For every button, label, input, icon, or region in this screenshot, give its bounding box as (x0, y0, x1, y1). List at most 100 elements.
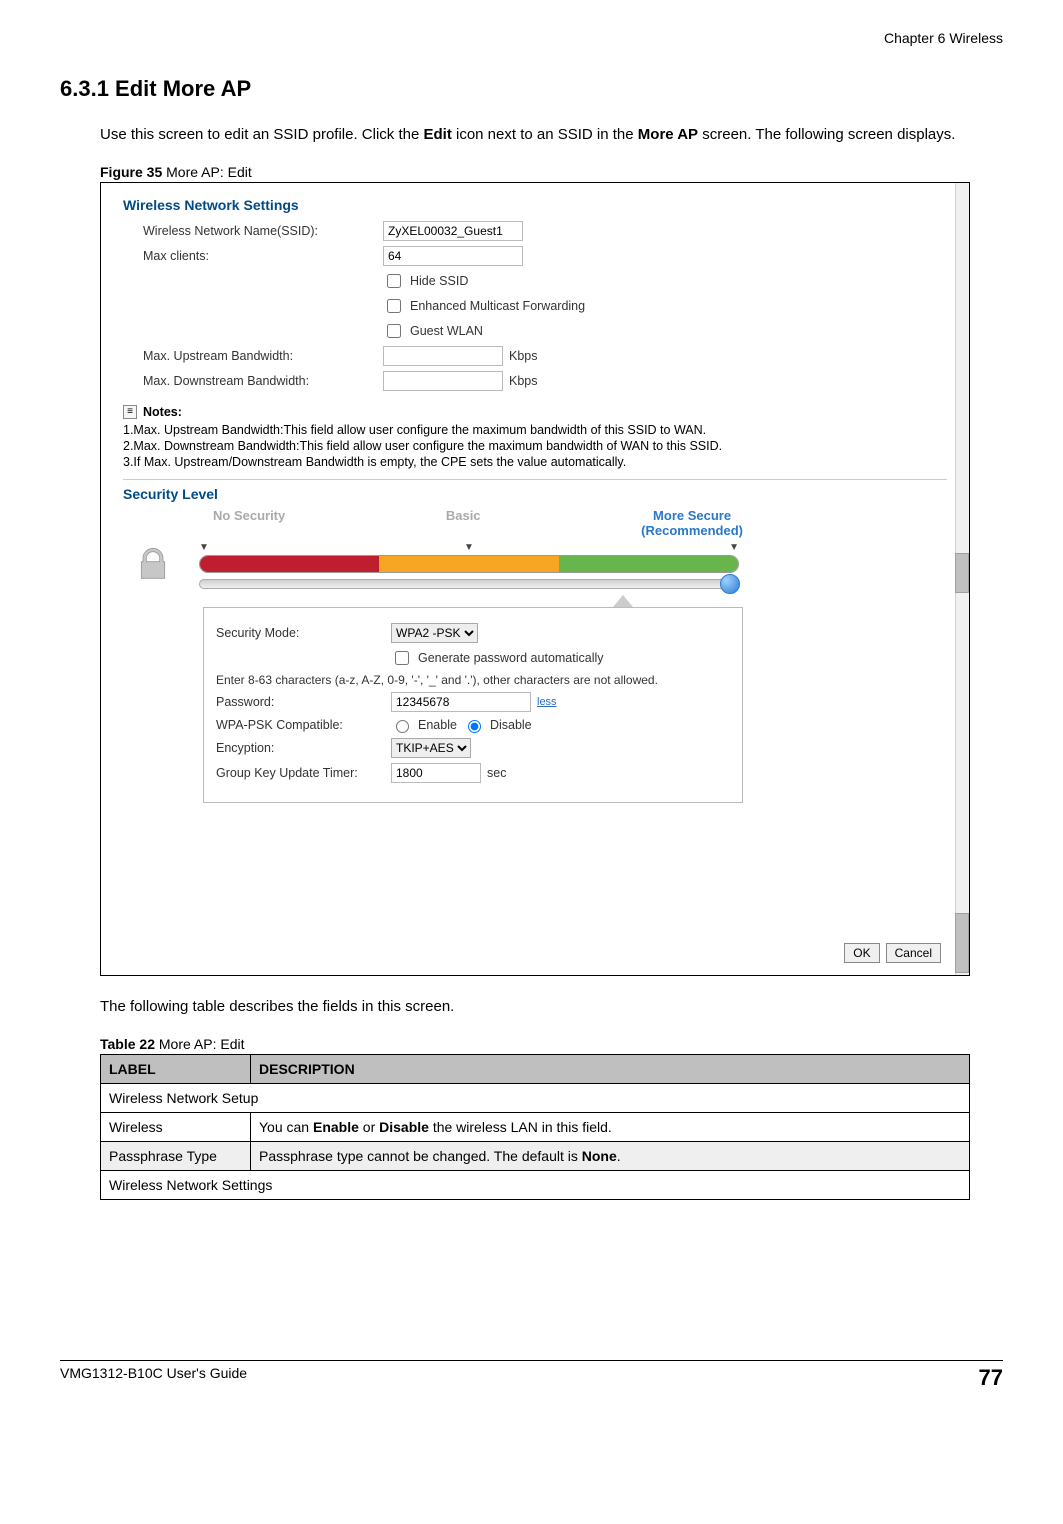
lock-icon (123, 545, 183, 585)
down-bw-label: Max. Downstream Bandwidth: (123, 374, 383, 388)
encryption-label: Encyption: (216, 741, 391, 755)
max-clients-label: Max clients: (123, 249, 383, 263)
scrollbar-thumb[interactable] (955, 913, 969, 973)
row-emf: Enhanced Multicast Forwarding (123, 296, 947, 316)
after-figure-text: The following table describes the fields… (100, 996, 1003, 1018)
td-desc: You can Enable or Disable the wireless L… (251, 1112, 970, 1141)
kbps-label: Kbps (509, 349, 538, 363)
notes-box: ≡ Notes: 1.Max. Upstream Bandwidth:This … (123, 405, 947, 469)
notes-icon: ≡ (123, 405, 137, 419)
generate-password-checkbox[interactable] (395, 651, 409, 665)
encryption-select[interactable]: TKIP+AES (391, 738, 471, 758)
table-row: Wireless You can Enable or Disable the w… (101, 1112, 970, 1141)
hide-ssid-checkbox[interactable] (387, 274, 401, 288)
th-label: LABEL (101, 1054, 251, 1083)
slider-knob[interactable] (720, 574, 740, 594)
note-item: 1.Max. Upstream Bandwidth:This field all… (123, 423, 947, 437)
less-link[interactable]: less (537, 696, 557, 708)
security-slider[interactable]: ▼▼▼ (199, 542, 739, 589)
group-key-timer-label: Group Key Update Timer: (216, 766, 391, 780)
row-ssid: Wireless Network Name(SSID): (123, 221, 947, 241)
table-row: Passphrase Type Passphrase type cannot b… (101, 1141, 970, 1170)
up-bw-input[interactable] (383, 346, 503, 366)
level-more-secure-text: More Secure (653, 508, 731, 523)
level-more-secure: More Secure (Recommended) (641, 508, 743, 538)
security-level-title: Security Level (123, 479, 947, 502)
intro-bold-edit: Edit (423, 126, 451, 143)
dialog-buttons: OK Cancel (123, 943, 947, 963)
table-label: Table 22 (100, 1036, 155, 1052)
intro-text: screen. The following screen displays. (698, 126, 955, 143)
down-bw-input[interactable] (383, 371, 503, 391)
security-level-labels: No Security Basic More Secure (Recommend… (213, 508, 743, 538)
ok-button[interactable]: OK (844, 943, 879, 963)
security-mode-select[interactable]: WPA2 -PSK (391, 623, 478, 643)
td-section: Wireless Network Setup (101, 1083, 970, 1112)
level-recommended: (Recommended) (641, 523, 743, 538)
security-slider-row: ▼▼▼ (123, 542, 947, 589)
ssid-input[interactable] (383, 221, 523, 241)
ssid-label: Wireless Network Name(SSID): (123, 224, 383, 238)
wpa-enable-radio[interactable] (396, 720, 409, 733)
password-label: Password: (216, 695, 391, 709)
row-max-clients: Max clients: (123, 246, 947, 266)
text: Passphrase type cannot be changed. The d… (259, 1148, 582, 1164)
section-heading: 6.3.1 Edit More AP (60, 76, 1003, 102)
up-bw-label: Max. Upstream Bandwidth: (123, 349, 383, 363)
text: or (359, 1119, 379, 1135)
figure-title: More AP: Edit (162, 164, 251, 180)
cancel-button[interactable]: Cancel (886, 943, 941, 963)
figure-caption: Figure 35 More AP: Edit (100, 164, 1003, 180)
table-header-row: LABEL DESCRIPTION (101, 1054, 970, 1083)
page-number: 77 (979, 1365, 1003, 1391)
note-item: 3.If Max. Upstream/Downstream Bandwidth … (123, 455, 947, 469)
intro-text: icon next to an SSID in the (452, 126, 638, 143)
scrollbar-track[interactable] (955, 183, 969, 975)
level-basic: Basic (446, 508, 481, 538)
generate-password-label: Generate password automatically (418, 651, 604, 665)
guest-wlan-checkbox[interactable] (387, 324, 401, 338)
scrollbar-thumb[interactable] (955, 553, 969, 593)
td-section: Wireless Network Settings (101, 1170, 970, 1199)
notes-title: Notes: (143, 405, 182, 419)
table-row: Wireless Network Setup (101, 1083, 970, 1112)
td-desc: Passphrase type cannot be changed. The d… (251, 1141, 970, 1170)
intro-paragraph: Use this screen to edit an SSID profile.… (100, 124, 1003, 146)
password-hint: Enter 8-63 characters (a-z, A-Z, 0-9, '-… (216, 673, 658, 687)
wpa-compat-label: WPA-PSK Compatible: (216, 718, 391, 732)
th-description: DESCRIPTION (251, 1054, 970, 1083)
intro-text: Use this screen to edit an SSID profile.… (100, 126, 423, 143)
row-up-bw: Max. Upstream Bandwidth: Kbps (123, 346, 947, 366)
enable-label: Enable (418, 718, 457, 732)
table-title: More AP: Edit (155, 1036, 244, 1052)
note-item: 2.Max. Downstream Bandwidth:This field a… (123, 439, 947, 453)
emf-checkbox[interactable] (387, 299, 401, 313)
td-label: Passphrase Type (101, 1141, 251, 1170)
text: the wireless LAN in this field. (429, 1119, 612, 1135)
footer-guide: VMG1312-B10C User's Guide (60, 1365, 247, 1391)
emf-label: Enhanced Multicast Forwarding (410, 299, 585, 313)
row-guest: Guest WLAN (123, 321, 947, 341)
description-table: LABEL DESCRIPTION Wireless Network Setup… (100, 1054, 970, 1200)
row-down-bw: Max. Downstream Bandwidth: Kbps (123, 371, 947, 391)
text: . (617, 1148, 621, 1164)
security-mode-label: Security Mode: (216, 626, 391, 640)
table-row: Wireless Network Settings (101, 1170, 970, 1199)
page-footer: VMG1312-B10C User's Guide 77 (60, 1360, 1003, 1391)
group-key-timer-input[interactable] (391, 763, 481, 783)
security-settings-panel: Security Mode: WPA2 -PSK Generate passwo… (203, 607, 743, 803)
row-hide-ssid: Hide SSID (123, 271, 947, 291)
figure-label: Figure 35 (100, 164, 162, 180)
guest-wlan-label: Guest WLAN (410, 324, 483, 338)
max-clients-input[interactable] (383, 246, 523, 266)
bold-text: Disable (379, 1119, 429, 1135)
bold-text: None (582, 1148, 617, 1164)
wpa-disable-radio[interactable] (468, 720, 481, 733)
table-caption: Table 22 More AP: Edit (100, 1036, 1003, 1052)
password-input[interactable] (391, 692, 531, 712)
figure-screenshot: Wireless Network Settings Wireless Netwo… (100, 182, 970, 976)
td-label: Wireless (101, 1112, 251, 1141)
text: You can (259, 1119, 313, 1135)
level-no-security: No Security (213, 508, 285, 538)
bold-text: Enable (313, 1119, 359, 1135)
